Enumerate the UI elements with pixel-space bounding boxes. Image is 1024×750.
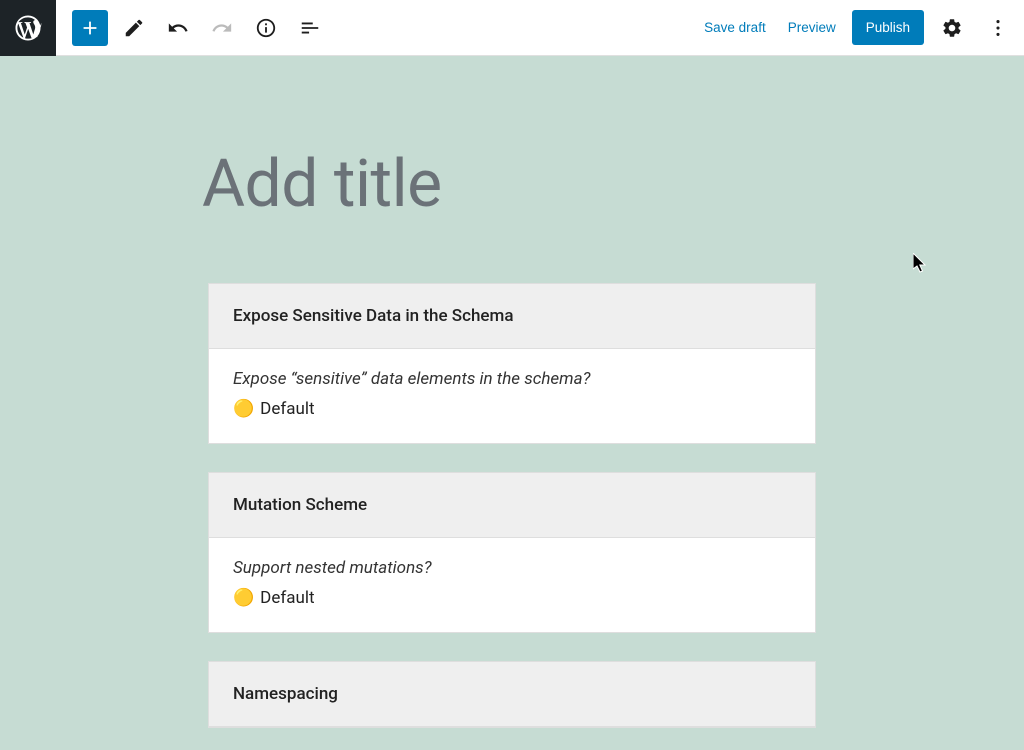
block-header: Namespacing <box>209 662 815 727</box>
status-default-icon: 🟡 <box>233 588 254 608</box>
publish-button[interactable]: Publish <box>852 10 924 45</box>
config-block-expose-sensitive[interactable]: Expose Sensitive Data in the Schema Expo… <box>208 283 816 444</box>
editor-topbar: Save draft Preview Publish <box>0 0 1024 56</box>
config-block-namespacing[interactable]: Namespacing <box>208 661 816 728</box>
undo-icon <box>167 17 189 39</box>
save-draft-button[interactable]: Save draft <box>698 12 772 43</box>
plus-icon <box>79 17 101 39</box>
block-question: Expose “sensitive” data elements in the … <box>233 369 791 389</box>
post-title-area[interactable]: Add title <box>202 146 822 223</box>
block-header: Expose Sensitive Data in the Schema <box>209 284 815 349</box>
settings-button[interactable] <box>934 10 970 46</box>
block-header: Mutation Scheme <box>209 473 815 538</box>
block-value-text: Default <box>260 588 314 608</box>
redo-button[interactable] <box>204 10 240 46</box>
gear-icon <box>941 17 963 39</box>
tools-button[interactable] <box>116 10 152 46</box>
add-block-button[interactable] <box>72 10 108 46</box>
details-button[interactable] <box>248 10 284 46</box>
block-question: Support nested mutations? <box>233 558 791 578</box>
redo-icon <box>211 17 233 39</box>
post-title-placeholder: Add title <box>202 146 822 223</box>
left-tool-group <box>56 10 328 46</box>
preview-button[interactable]: Preview <box>782 12 842 43</box>
editor-canvas[interactable]: Add title Expose Sensitive Data in the S… <box>0 56 1024 750</box>
info-icon <box>255 17 277 39</box>
more-vertical-icon <box>987 17 1009 39</box>
list-icon <box>299 17 321 39</box>
more-options-button[interactable] <box>980 10 1016 46</box>
right-tool-group: Save draft Preview Publish <box>698 10 1024 46</box>
wordpress-icon <box>13 13 43 43</box>
outline-button[interactable] <box>292 10 328 46</box>
block-body: Expose “sensitive” data elements in the … <box>209 349 815 443</box>
config-block-mutation-scheme[interactable]: Mutation Scheme Support nested mutations… <box>208 472 816 633</box>
pencil-icon <box>123 17 145 39</box>
block-value: 🟡 Default <box>233 588 791 608</box>
block-value: 🟡 Default <box>233 399 791 419</box>
block-value-text: Default <box>260 399 314 419</box>
wordpress-logo-button[interactable] <box>0 0 56 56</box>
status-default-icon: 🟡 <box>233 399 254 419</box>
block-body: Support nested mutations? 🟡 Default <box>209 538 815 632</box>
undo-button[interactable] <box>160 10 196 46</box>
